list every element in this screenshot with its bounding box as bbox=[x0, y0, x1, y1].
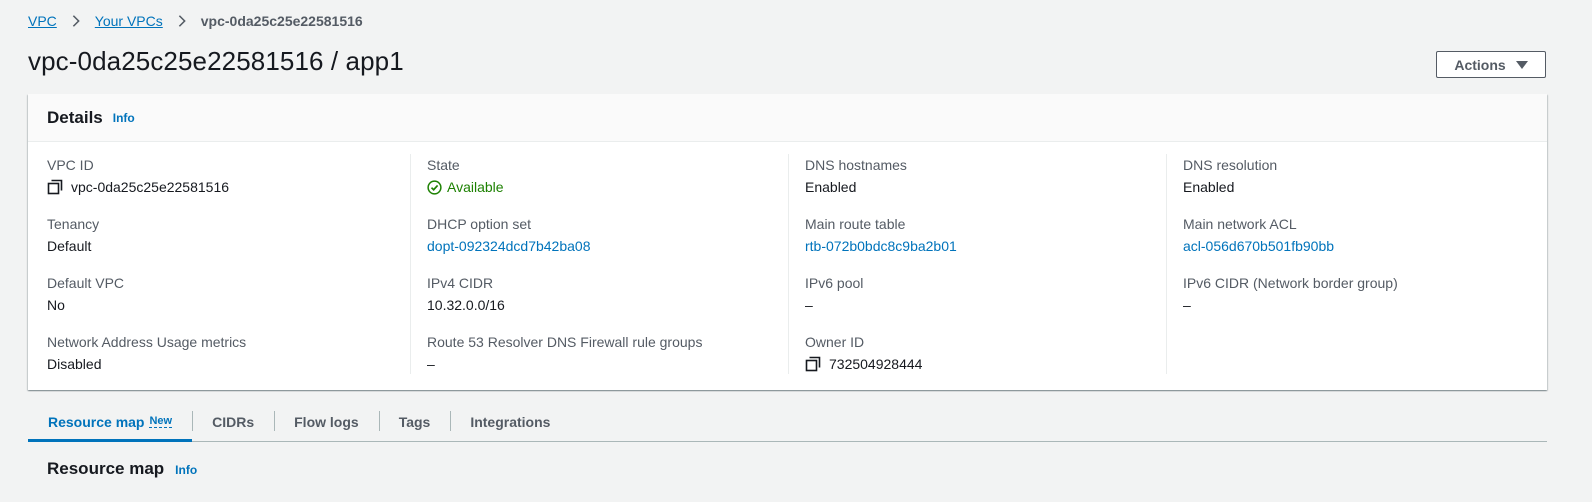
field-label: Main network ACL bbox=[1183, 216, 1297, 232]
copy-icon[interactable] bbox=[47, 179, 63, 195]
field-dhcp-option-set: DHCP option set dopt-092324dcd7b42ba08 bbox=[427, 215, 591, 255]
breadcrumb-your-vpcs-link[interactable]: Your VPCs bbox=[95, 13, 163, 29]
state-text: Available bbox=[447, 179, 504, 195]
breadcrumb-current: vpc-0da25c25e22581516 bbox=[200, 13, 363, 29]
field-label: IPv4 CIDR bbox=[427, 275, 494, 291]
dhcp-option-set-link[interactable]: dopt-092324dcd7b42ba08 bbox=[427, 237, 591, 255]
field-label: Tenancy bbox=[47, 216, 100, 232]
field-main-network-acl: Main network ACL acl-056d670b501fb90bb bbox=[1183, 215, 1334, 255]
dns-hostnames-value: Enabled bbox=[805, 179, 857, 195]
field-owner-id: Owner ID 732504928444 bbox=[805, 333, 922, 373]
tab-cidrs[interactable]: CIDRs bbox=[192, 405, 274, 438]
details-grid: VPC ID vpc-0da25c25e22581516 Tenancy Def… bbox=[28, 142, 1547, 390]
tab-label: Flow logs bbox=[294, 413, 359, 430]
tab-label: Tags bbox=[398, 413, 431, 430]
field-label: DNS hostnames bbox=[805, 157, 907, 173]
vpc-id-value: vpc-0da25c25e22581516 bbox=[71, 179, 230, 195]
field-default-vpc: Default VPC No bbox=[47, 274, 124, 314]
field-label: VPC ID bbox=[47, 157, 94, 173]
field-value: vpc-0da25c25e22581516 bbox=[47, 178, 229, 196]
actions-button[interactable]: Actions bbox=[1436, 51, 1546, 78]
default-vpc-value: No bbox=[47, 297, 65, 313]
details-panel: Details Info VPC ID vpc-0da25c25e2258151… bbox=[28, 94, 1547, 390]
field-label: DNS resolution bbox=[1183, 157, 1278, 173]
page-title: vpc-0da25c25e22581516 / app1 bbox=[28, 46, 404, 76]
ipv4-cidr-value: 10.32.0.0/16 bbox=[427, 297, 505, 313]
field-vpc-id: VPC ID vpc-0da25c25e22581516 bbox=[47, 156, 229, 196]
tab-flow-logs[interactable]: Flow logs bbox=[274, 405, 379, 438]
field-label: Route 53 Resolver DNS Firewall rule grou… bbox=[427, 334, 703, 350]
tab-bar: Resource map New CIDRs Flow logs Tags In… bbox=[28, 405, 1547, 442]
field-label: State bbox=[427, 157, 460, 173]
tenancy-value: Default bbox=[47, 238, 92, 254]
field-dns-hostnames: DNS hostnames Enabled bbox=[805, 156, 907, 196]
field-ipv6-cidr: IPv6 CIDR (Network border group) – bbox=[1183, 274, 1398, 314]
field-route53-firewall: Route 53 Resolver DNS Firewall rule grou… bbox=[427, 333, 702, 373]
resource-map-info-link[interactable]: Info bbox=[175, 463, 197, 477]
field-state: State Available bbox=[427, 156, 504, 196]
chevron-right-icon bbox=[175, 14, 189, 28]
ipv6-pool-value: – bbox=[805, 297, 813, 313]
details-title: Details bbox=[47, 107, 103, 127]
copy-icon[interactable] bbox=[805, 356, 821, 372]
main-route-table-link[interactable]: rtb-072b0bdc8c9ba2b01 bbox=[805, 237, 957, 255]
details-info-link[interactable]: Info bbox=[113, 111, 135, 125]
field-dns-resolution: DNS resolution Enabled bbox=[1183, 156, 1277, 196]
breadcrumb: VPC Your VPCs vpc-0da25c25e22581516 bbox=[28, 13, 363, 29]
details-column-1: VPC ID vpc-0da25c25e22581516 Tenancy Def… bbox=[47, 154, 407, 374]
tab-integrations[interactable]: Integrations bbox=[450, 405, 570, 438]
field-ipv6-pool: IPv6 pool – bbox=[805, 274, 863, 314]
breadcrumb-vpc-link[interactable]: VPC bbox=[28, 13, 57, 29]
route53-firewall-value: – bbox=[427, 356, 435, 372]
field-network-address-usage: Network Address Usage metrics Disabled bbox=[47, 333, 246, 373]
field-label: Owner ID bbox=[805, 334, 865, 350]
tab-label: CIDRs bbox=[212, 413, 255, 430]
field-main-route-table: Main route table rtb-072b0bdc8c9ba2b01 bbox=[805, 215, 957, 255]
state-value: Available bbox=[427, 178, 504, 196]
field-label: Main route table bbox=[805, 216, 906, 232]
field-ipv4-cidr: IPv4 CIDR 10.32.0.0/16 bbox=[427, 274, 505, 314]
tab-label: Resource map bbox=[48, 413, 145, 430]
tab-resource-map[interactable]: Resource map New bbox=[28, 405, 193, 442]
field-label: IPv6 CIDR (Network border group) bbox=[1183, 275, 1398, 291]
field-label: Network Address Usage metrics bbox=[47, 334, 247, 350]
actions-button-label: Actions bbox=[1454, 56, 1506, 73]
tab-label: Integrations bbox=[470, 413, 551, 430]
resource-map-heading: Resource map Info bbox=[47, 459, 197, 479]
field-value: 732504928444 bbox=[805, 355, 922, 373]
dns-resolution-value: Enabled bbox=[1183, 179, 1235, 195]
network-address-usage-value: Disabled bbox=[47, 356, 102, 372]
owner-id-value: 732504928444 bbox=[829, 356, 923, 372]
main-network-acl-link[interactable]: acl-056d670b501fb90bb bbox=[1183, 237, 1334, 255]
field-label: DHCP option set bbox=[427, 216, 532, 232]
new-badge: New bbox=[149, 415, 173, 428]
field-tenancy: Tenancy Default bbox=[47, 215, 99, 255]
chevron-right-icon bbox=[69, 14, 83, 28]
ipv6-cidr-value: – bbox=[1183, 297, 1191, 313]
details-column-2: State Available DHCP option set dopt-092… bbox=[410, 154, 787, 374]
details-panel-header: Details Info bbox=[28, 94, 1547, 142]
status-success-icon bbox=[427, 179, 442, 195]
field-label: IPv6 pool bbox=[805, 275, 864, 291]
tab-tags[interactable]: Tags bbox=[378, 405, 451, 438]
resource-map-title: Resource map bbox=[47, 459, 165, 478]
field-label: Default VPC bbox=[47, 275, 125, 291]
caret-down-icon bbox=[1515, 60, 1528, 69]
details-column-3: DNS hostnames Enabled Main route table r… bbox=[788, 154, 1165, 374]
details-column-4: DNS resolution Enabled Main network ACL … bbox=[1166, 154, 1523, 374]
